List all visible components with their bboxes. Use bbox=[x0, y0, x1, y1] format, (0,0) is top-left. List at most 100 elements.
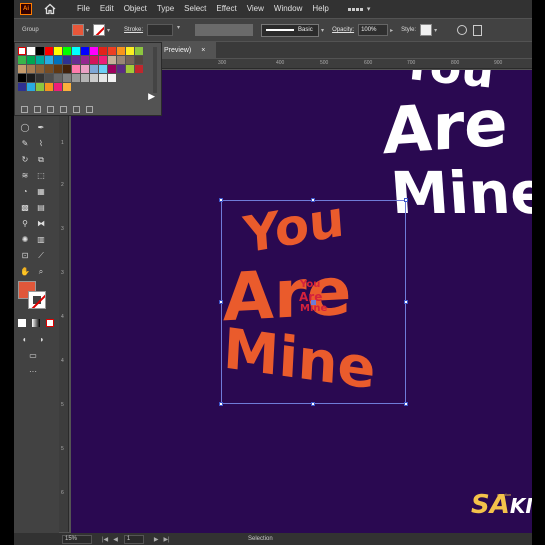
swatch[interactable] bbox=[63, 65, 71, 73]
swatch[interactable] bbox=[90, 74, 98, 82]
document-tab[interactable]: Preview) × bbox=[160, 42, 216, 58]
white-text-line-2[interactable]: Are bbox=[383, 87, 508, 170]
none-mode-icon[interactable] bbox=[46, 319, 54, 327]
swatch[interactable] bbox=[45, 47, 53, 55]
workspace-switcher-icon[interactable] bbox=[347, 4, 364, 14]
delete-swatch-icon[interactable] bbox=[86, 106, 93, 113]
swatch[interactable] bbox=[72, 47, 80, 55]
swatch[interactable] bbox=[72, 65, 80, 73]
stroke-weight-field[interactable] bbox=[147, 24, 174, 36]
menu-edit[interactable]: Edit bbox=[95, 0, 119, 18]
swatch[interactable] bbox=[45, 56, 53, 64]
screen-mode-icon[interactable]: ▭ bbox=[28, 351, 38, 361]
swatch-libraries-icon[interactable] bbox=[21, 106, 28, 113]
gradient-mode-icon[interactable] bbox=[32, 319, 40, 327]
ellipse-tool-icon[interactable]: ◯ bbox=[20, 123, 30, 133]
color-mode-icon[interactable] bbox=[18, 319, 26, 327]
chevron-down-icon[interactable]: ▾ bbox=[107, 27, 110, 34]
stroke-color-box[interactable] bbox=[28, 291, 46, 309]
artboard-tool-icon[interactable]: ⊡ bbox=[20, 251, 30, 261]
swatch[interactable] bbox=[36, 74, 44, 82]
chevron-down-icon[interactable]: ▾ bbox=[86, 27, 89, 34]
swatch[interactable] bbox=[54, 56, 62, 64]
artboard-canvas[interactable]: You Are Mine You Are Mine You Are Mine S… bbox=[71, 70, 532, 533]
brush-definition-dropdown[interactable]: Basic bbox=[261, 23, 320, 37]
swatch[interactable] bbox=[18, 56, 26, 64]
swatch[interactable] bbox=[54, 47, 62, 55]
resize-handle[interactable] bbox=[219, 198, 223, 202]
chevron-down-icon[interactable]: ▾ bbox=[367, 5, 371, 13]
swatch[interactable] bbox=[72, 56, 80, 64]
swatch[interactable] bbox=[108, 56, 116, 64]
swatch[interactable] bbox=[27, 65, 35, 73]
swatch[interactable] bbox=[126, 56, 134, 64]
menu-file[interactable]: File bbox=[72, 0, 95, 18]
menu-help[interactable]: Help bbox=[307, 0, 333, 18]
swatch[interactable] bbox=[117, 47, 125, 55]
chevron-down-icon[interactable]: ▾ bbox=[434, 27, 437, 34]
slice-tool-icon[interactable]: ⟋ bbox=[36, 251, 46, 261]
swatch[interactable] bbox=[108, 65, 116, 73]
swatch[interactable] bbox=[54, 74, 62, 82]
swatch[interactable] bbox=[36, 83, 44, 91]
swatch[interactable] bbox=[63, 83, 71, 91]
swatch[interactable] bbox=[81, 65, 89, 73]
swatch-scrollbar[interactable] bbox=[153, 47, 157, 93]
draw-mode-icon[interactable]: ◐ bbox=[20, 335, 30, 345]
swatch[interactable] bbox=[90, 56, 98, 64]
resize-handle[interactable] bbox=[219, 402, 223, 406]
swatch[interactable] bbox=[36, 65, 44, 73]
zoom-field[interactable]: 15% bbox=[62, 534, 92, 544]
stroke-color-swatch[interactable] bbox=[93, 24, 106, 36]
new-group-icon[interactable] bbox=[60, 106, 67, 113]
swatch[interactable] bbox=[63, 56, 71, 64]
swatch[interactable] bbox=[99, 74, 107, 82]
swatch[interactable] bbox=[63, 74, 71, 82]
show-kinds-icon[interactable] bbox=[34, 106, 41, 113]
swatch[interactable] bbox=[126, 47, 134, 55]
resize-handle[interactable] bbox=[219, 300, 223, 304]
status-text[interactable]: Selection bbox=[248, 536, 273, 542]
swatch[interactable] bbox=[27, 74, 35, 82]
swatch[interactable] bbox=[72, 74, 80, 82]
zoom-tool-icon[interactable]: ⌕ bbox=[36, 267, 46, 277]
swatch[interactable] bbox=[45, 83, 53, 91]
blend-tool-icon[interactable]: ⧓ bbox=[36, 219, 46, 229]
swatch[interactable] bbox=[90, 47, 98, 55]
brush-tool-icon[interactable]: ⌇ bbox=[36, 139, 46, 149]
resize-handle[interactable] bbox=[311, 198, 315, 202]
swatch[interactable] bbox=[81, 47, 89, 55]
swatch[interactable] bbox=[135, 56, 143, 64]
first-page-icon[interactable]: |◀ bbox=[102, 536, 108, 543]
stroke-label[interactable]: Stroke: bbox=[124, 27, 143, 33]
swatch[interactable] bbox=[99, 56, 107, 64]
swatch[interactable] bbox=[54, 83, 62, 91]
swatch[interactable] bbox=[27, 83, 35, 91]
menu-effect[interactable]: Effect bbox=[211, 0, 241, 18]
fill-color-swatch[interactable] bbox=[72, 24, 84, 36]
swatch[interactable] bbox=[117, 56, 125, 64]
menu-select[interactable]: Select bbox=[179, 0, 211, 18]
document-setup-icon[interactable] bbox=[473, 24, 483, 36]
last-page-icon[interactable]: ▶| bbox=[163, 536, 169, 543]
swatch[interactable] bbox=[99, 65, 107, 73]
swatch[interactable] bbox=[108, 74, 116, 82]
swatch[interactable] bbox=[18, 83, 26, 91]
opacity-label[interactable]: Opacity: bbox=[332, 27, 354, 33]
graph-tool-icon[interactable]: ▥ bbox=[36, 235, 46, 245]
chevron-down-icon[interactable]: ▾ bbox=[177, 24, 187, 36]
swatch[interactable] bbox=[18, 74, 26, 82]
pen-tool-icon[interactable]: ✒ bbox=[36, 123, 46, 133]
chevron-down-icon[interactable]: ▾ bbox=[321, 27, 324, 34]
free-transform-icon[interactable]: ⬚ bbox=[36, 171, 46, 181]
prev-page-icon[interactable]: ◀ bbox=[113, 536, 118, 543]
swatch[interactable] bbox=[63, 47, 71, 55]
chevron-right-icon[interactable]: ▸ bbox=[390, 27, 393, 34]
variable-width-profile[interactable] bbox=[195, 24, 254, 36]
artboard-number-field[interactable]: 1 bbox=[123, 534, 144, 544]
new-swatch-icon[interactable] bbox=[73, 106, 80, 113]
swatch[interactable] bbox=[99, 47, 107, 55]
swatch[interactable] bbox=[27, 47, 35, 55]
warp-tool-icon[interactable]: ≋ bbox=[20, 171, 30, 181]
close-icon[interactable]: × bbox=[201, 47, 205, 54]
